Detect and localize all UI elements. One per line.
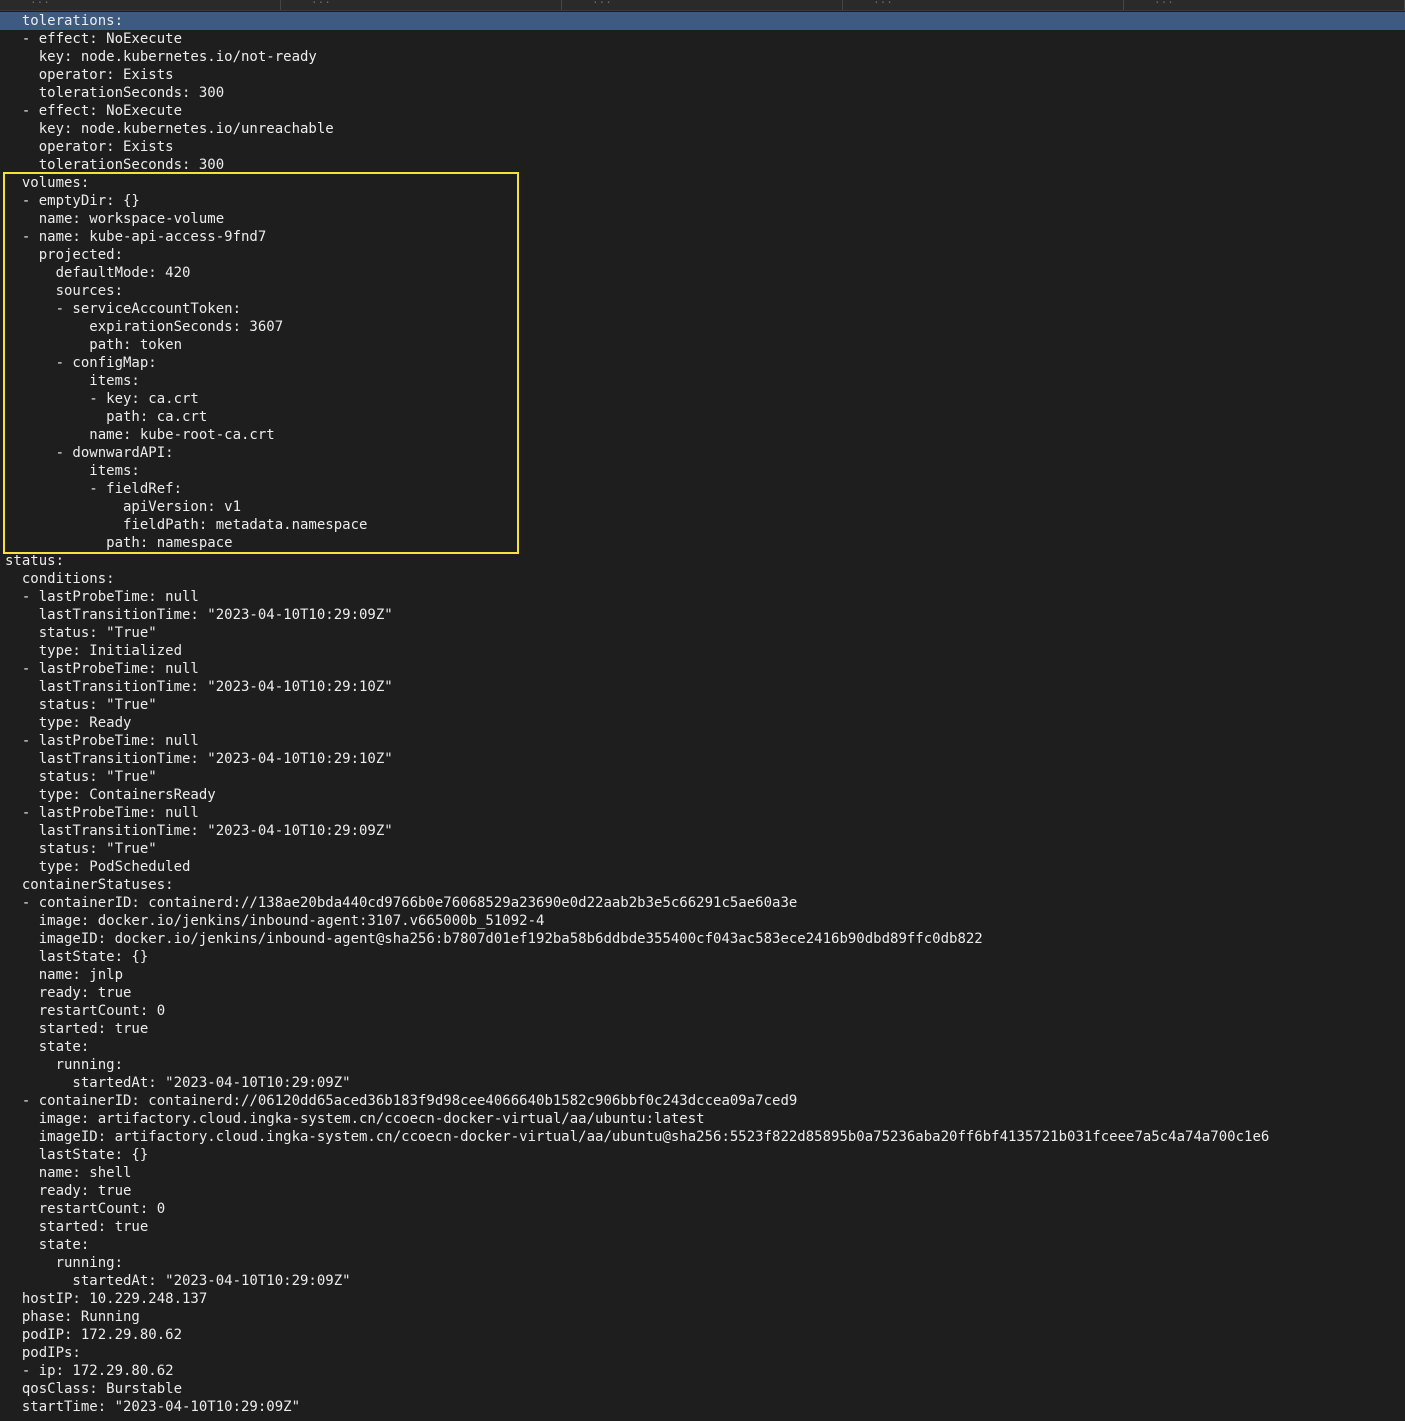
terminal-line: - downwardAPI:	[5, 445, 174, 461]
terminal-line: sources:	[5, 283, 124, 299]
terminal-line: name: workspace-volume	[5, 211, 225, 227]
ellipsis-icon[interactable]: •••	[1097, 0, 1115, 5]
terminal-line: type: ContainersReady	[5, 787, 216, 803]
terminal-line: - emptyDir: {}	[5, 193, 140, 209]
terminal-line: conditions:	[5, 571, 115, 587]
terminal-line: path: ca.crt	[5, 409, 208, 425]
terminal-line: startTime: "2023-04-10T10:29:09Z"	[5, 1399, 301, 1415]
terminal-line: image: docker.io/jenkins/inbound-agent:3…	[5, 913, 545, 929]
terminal-line: lastTransitionTime: "2023-04-10T10:29:09…	[5, 607, 393, 623]
terminal-line: key: node.kubernetes.io/unreachable	[5, 121, 334, 137]
terminal-line: running:	[5, 1255, 124, 1271]
tab-title: ...	[592, 0, 612, 6]
terminal-line: state:	[5, 1237, 90, 1253]
tab-title: ...	[311, 0, 331, 6]
terminal-line: status:	[5, 553, 65, 569]
terminal-line: startedAt: "2023-04-10T10:29:09Z"	[5, 1273, 351, 1289]
terminal-window[interactable]: ... •••... •••... •••... •••... ••• toleratio…	[0, 0, 1405, 1421]
terminal-line: status: "True"	[5, 625, 157, 641]
terminal-line: defaultMode: 420	[5, 265, 191, 281]
terminal-tab[interactable]: ... •••	[281, 0, 562, 10]
terminal-line: path: token	[5, 337, 183, 353]
terminal-line: status: "True"	[5, 841, 157, 857]
terminal-line: operator: Exists	[5, 67, 174, 83]
terminal-line: projected:	[5, 247, 124, 263]
terminal-line: path: namespace	[5, 535, 233, 551]
terminal-line: hostIP: 10.229.248.137	[5, 1291, 208, 1307]
terminal-line: state:	[5, 1039, 90, 1055]
terminal-line: type: Initialized	[5, 643, 183, 659]
terminal-tab[interactable]: ... •••	[1124, 0, 1405, 10]
terminal-line: lastTransitionTime: "2023-04-10T10:29:09…	[5, 823, 393, 839]
terminal-line: fieldPath: metadata.namespace	[5, 517, 368, 533]
tab-title: ...	[873, 0, 893, 6]
terminal-line: - lastProbeTime: null	[5, 805, 199, 821]
terminal-line: lastTransitionTime: "2023-04-10T10:29:10…	[5, 679, 393, 695]
terminal-output[interactable]: tolerations: - effect: NoExecute key: no…	[0, 12, 1405, 1416]
terminal-line: lastState: {}	[5, 949, 149, 965]
terminal-line: - containerID: containerd://06120dd65ace…	[5, 1093, 798, 1109]
terminal-line: name: shell	[5, 1165, 132, 1181]
terminal-line: - containerID: containerd://138ae20bda44…	[5, 895, 798, 911]
terminal-line: - ip: 172.29.80.62	[5, 1363, 174, 1379]
terminal-line: apiVersion: v1	[5, 499, 242, 515]
terminal-line: - lastProbeTime: null	[5, 661, 199, 677]
terminal-line: - key: ca.crt	[5, 391, 199, 407]
tab-title: ...	[1154, 0, 1174, 6]
terminal-line: lastTransitionTime: "2023-04-10T10:29:10…	[5, 751, 393, 767]
terminal-line: tolerationSeconds: 300	[5, 85, 225, 101]
terminal-line: name: kube-root-ca.crt	[5, 427, 275, 443]
terminal-tab[interactable]: ... •••	[562, 0, 843, 10]
ellipsis-icon[interactable]: •••	[816, 0, 834, 5]
terminal-line: podIP: 172.29.80.62	[5, 1327, 183, 1343]
terminal-line: startedAt: "2023-04-10T10:29:09Z"	[5, 1075, 351, 1091]
terminal-line: items:	[5, 373, 140, 389]
terminal-line: - effect: NoExecute	[5, 31, 183, 47]
ellipsis-icon[interactable]: •••	[535, 0, 553, 5]
terminal-line: started: true	[5, 1219, 149, 1235]
terminal-line: expirationSeconds: 3607	[5, 319, 284, 335]
terminal-line: status: "True"	[5, 697, 157, 713]
terminal-line: name: jnlp	[5, 967, 124, 983]
terminal-line: containerStatuses:	[5, 877, 174, 893]
terminal-line: lastState: {}	[5, 1147, 149, 1163]
terminal-line: type: PodScheduled	[5, 859, 191, 875]
terminal-line: status: "True"	[5, 769, 157, 785]
terminal-line: - fieldRef:	[5, 481, 183, 497]
terminal-line: type: Ready	[5, 715, 132, 731]
terminal-line: phase: Running	[5, 1309, 140, 1325]
terminal-line: - configMap:	[5, 355, 157, 371]
terminal-line: tolerations:	[0, 12, 1405, 30]
terminal-line: operator: Exists	[5, 139, 174, 155]
terminal-line: running:	[5, 1057, 124, 1073]
terminal-line: restartCount: 0	[5, 1003, 166, 1019]
tab-title: ...	[30, 0, 50, 6]
terminal-line: started: true	[5, 1021, 149, 1037]
terminal-line: qosClass: Burstable	[5, 1381, 183, 1397]
terminal-line: - lastProbeTime: null	[5, 733, 199, 749]
terminal-line: - serviceAccountToken:	[5, 301, 242, 317]
terminal-line: podIPs:	[5, 1345, 81, 1361]
ellipsis-icon[interactable]: •••	[1378, 0, 1396, 5]
terminal-line: ready: true	[5, 1183, 132, 1199]
terminal-line: image: artifactory.cloud.ingka-system.cn…	[5, 1111, 705, 1127]
terminal-line: imageID: artifactory.cloud.ingka-system.…	[5, 1129, 1270, 1145]
terminal-line: items:	[5, 463, 140, 479]
terminal-line: - effect: NoExecute	[5, 103, 183, 119]
terminal-line: - lastProbeTime: null	[5, 589, 199, 605]
terminal-tab[interactable]: ... •••	[0, 0, 281, 10]
tab-bar: ... •••... •••... •••... •••... •••	[0, 0, 1405, 11]
terminal-line: tolerationSeconds: 300	[5, 157, 225, 173]
terminal-line: - name: kube-api-access-9fnd7	[5, 229, 267, 245]
terminal-tab[interactable]: ... •••	[843, 0, 1124, 10]
terminal-line: restartCount: 0	[5, 1201, 166, 1217]
terminal-line: volumes:	[5, 175, 90, 191]
terminal-line: key: node.kubernetes.io/not-ready	[5, 49, 317, 65]
ellipsis-icon[interactable]: •••	[254, 0, 272, 5]
terminal-line: ready: true	[5, 985, 132, 1001]
terminal-line: imageID: docker.io/jenkins/inbound-agent…	[5, 931, 983, 947]
